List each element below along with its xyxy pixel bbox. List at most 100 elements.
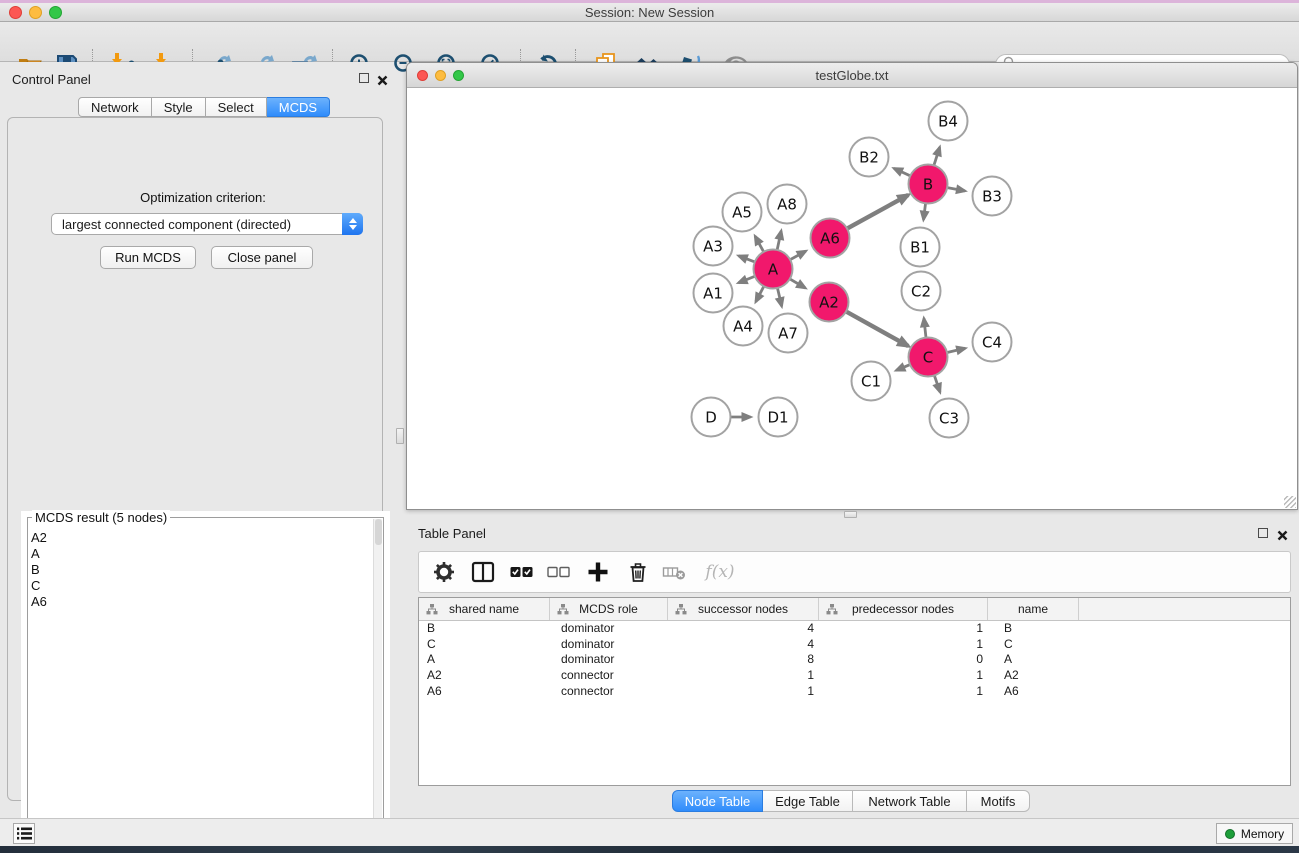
delete-column-icon[interactable] [662,560,686,584]
graph-node-B1[interactable]: B1 [901,228,940,267]
float-panel-icon[interactable] [359,73,369,83]
graph-node-A7[interactable]: A7 [769,314,808,353]
graph-node-C2[interactable]: C2 [902,272,941,311]
mcds-list-scrollbar[interactable] [373,519,382,849]
network-graph-canvas[interactable]: B4B2BB3A5A8A6B1A3AC2A1A2A4A7C4CC1C3DD1 [407,88,1297,509]
table-cell[interactable]: B [419,621,550,637]
table-cell[interactable]: 1 [819,621,988,637]
settings-gear-icon[interactable] [432,560,456,584]
table-cell[interactable]: 0 [819,652,988,668]
graph-edge-C-C4[interactable] [945,348,965,353]
memory-button[interactable]: Memory [1216,823,1293,844]
minimize-window-button[interactable] [29,6,42,19]
graph-node-C[interactable]: C [909,338,948,377]
horizontal-splitter-handle[interactable] [844,511,857,518]
table-cell[interactable]: A [988,652,1079,668]
table-cell[interactable]: 4 [668,637,819,653]
mcds-result-list[interactable]: A2ABCA6 [30,530,370,610]
close-table-panel-icon[interactable] [1277,528,1288,539]
task-history-button[interactable] [13,823,35,844]
column-header-predecessor-nodes[interactable]: predecessor nodes [819,598,988,620]
graph-node-B3[interactable]: B3 [973,177,1012,216]
tab-style[interactable]: Style [152,97,206,117]
deselect-all-icon[interactable] [546,560,570,584]
table-cell[interactable]: connector [550,684,668,700]
table-cell[interactable]: dominator [550,652,668,668]
table-cell[interactable]: connector [550,668,668,684]
close-window-button[interactable] [9,6,22,19]
tab-select[interactable]: Select [206,97,267,117]
graph-node-C4[interactable]: C4 [973,323,1012,362]
graph-node-A5[interactable]: A5 [723,193,762,232]
graph-edge-C-C2[interactable] [924,318,926,339]
table-cell[interactable]: A6 [988,684,1079,700]
table-cell[interactable]: C [988,637,1079,653]
table-cell[interactable]: 4 [668,621,819,637]
function-builder-icon[interactable]: f(x) [702,560,738,584]
optimization-criterion-select[interactable]: largest connected component (directed) [51,213,363,235]
graph-node-B[interactable]: B [909,165,948,204]
tab-network-table[interactable]: Network Table [853,790,967,812]
mcds-result-item[interactable]: A [30,546,370,562]
graph-edge-A-A8[interactable] [777,231,782,252]
graph-node-A1[interactable]: A1 [694,274,733,313]
vertical-splitter-handle[interactable] [396,428,404,444]
graph-edge-A-A5[interactable] [755,236,765,253]
table-cell[interactable]: A6 [419,684,550,700]
table-body[interactable]: Bdominator41BCdominator41CAdominator80AA… [419,621,1290,699]
graph-node-A3[interactable]: A3 [694,227,733,266]
table-cell[interactable]: A2 [988,668,1079,684]
graph-node-B2[interactable]: B2 [850,138,889,177]
minimize-network-window-button[interactable] [435,70,446,81]
tab-mcds[interactable]: MCDS [267,97,330,117]
graph-node-D[interactable]: D [692,398,731,437]
zoom-window-button[interactable] [49,6,62,19]
table-cell[interactable]: 1 [819,668,988,684]
graph-edge-A2-C[interactable] [844,311,908,347]
graph-edge-A6-B[interactable] [845,195,908,230]
graph-node-A[interactable]: A [754,250,793,289]
table-row[interactable]: Cdominator41C [419,637,1290,653]
close-panel-button[interactable]: Close panel [211,246,313,269]
node-table[interactable]: shared name MCDS role successor nodes pr… [418,597,1291,786]
tab-edge-table[interactable]: Edge Table [763,790,853,812]
column-header-successor-nodes[interactable]: successor nodes [668,598,819,620]
table-cell[interactable]: dominator [550,621,668,637]
close-panel-icon[interactable] [377,73,388,84]
mcds-result-item[interactable]: A6 [30,594,370,610]
table-cell[interactable]: 1 [819,637,988,653]
add-row-icon[interactable] [586,560,610,584]
graph-node-C3[interactable]: C3 [930,399,969,438]
graph-node-A2[interactable]: A2 [810,283,849,322]
tab-motifs[interactable]: Motifs [967,790,1030,812]
tab-node-table[interactable]: Node Table [672,790,763,812]
close-network-window-button[interactable] [417,70,428,81]
run-mcds-button[interactable]: Run MCDS [100,246,196,269]
delete-trash-icon[interactable] [626,560,650,584]
mcds-result-item[interactable]: A2 [30,530,370,546]
table-row[interactable]: Bdominator41B [419,621,1290,637]
table-cell[interactable]: 1 [819,684,988,700]
table-cell[interactable]: C [419,637,550,653]
graph-node-A6[interactable]: A6 [811,219,850,258]
split-columns-icon[interactable] [471,560,495,584]
table-cell[interactable]: 1 [668,684,819,700]
graph-edge-A-A7[interactable] [777,286,782,306]
table-cell[interactable]: dominator [550,637,668,653]
graph-edge-B-B3[interactable] [945,187,965,191]
mcds-result-item[interactable]: C [30,578,370,594]
table-row[interactable]: A2connector11A2 [419,668,1290,684]
column-header-mcds-role[interactable]: MCDS role [550,598,668,620]
float-table-panel-icon[interactable] [1258,528,1268,538]
graph-node-B4[interactable]: B4 [929,102,968,141]
table-row[interactable]: Adominator80A [419,652,1290,668]
table-cell[interactable]: 1 [668,668,819,684]
graph-node-C1[interactable]: C1 [852,362,891,401]
column-header-name[interactable]: name [988,598,1079,620]
graph-edge-A-A6[interactable] [788,251,805,261]
graph-edge-A-A2[interactable] [788,278,805,288]
table-row[interactable]: A6connector11A6 [419,684,1290,700]
table-cell[interactable]: A2 [419,668,550,684]
table-cell[interactable]: B [988,621,1079,637]
tab-network[interactable]: Network [78,97,152,117]
